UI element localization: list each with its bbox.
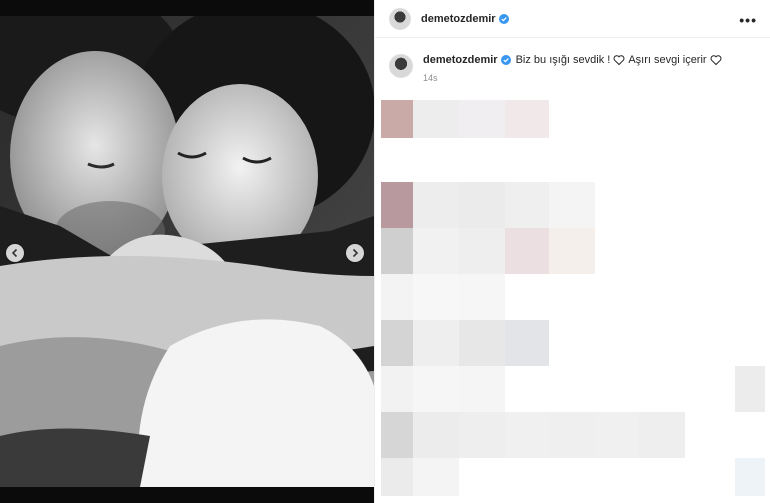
verified-badge-icon bbox=[498, 13, 509, 24]
post-media bbox=[0, 0, 374, 503]
more-options-button[interactable]: ••• bbox=[739, 12, 757, 28]
blur-tile bbox=[413, 412, 459, 458]
blur-tile bbox=[505, 100, 549, 138]
blur-tile bbox=[381, 100, 413, 138]
caption-text-1: Biz bu ışığı sevdik ! bbox=[515, 54, 611, 66]
blur-tile bbox=[381, 458, 413, 496]
blur-tile bbox=[549, 228, 595, 274]
blur-tile bbox=[459, 412, 505, 458]
blur-tile bbox=[459, 320, 505, 366]
caption-body: demetozdemir Biz bu ışığı sevdik ! Aşırı… bbox=[423, 54, 725, 83]
heart-icon bbox=[710, 55, 722, 66]
blur-tile bbox=[381, 274, 413, 320]
blur-tile bbox=[505, 412, 549, 458]
blur-tile bbox=[413, 366, 459, 412]
post-header: demetozdemir ••• bbox=[375, 0, 770, 38]
media-bottom-bar bbox=[0, 487, 374, 503]
blur-tile bbox=[459, 366, 505, 412]
blur-tile bbox=[459, 182, 505, 228]
blur-tile bbox=[459, 274, 505, 320]
header-username[interactable]: demetozdemir bbox=[421, 13, 496, 25]
carousel-prev-button[interactable] bbox=[6, 244, 24, 262]
instagram-post: demetozdemir ••• demetozdemir Biz bu ışı… bbox=[0, 0, 770, 503]
post-photo bbox=[0, 16, 374, 487]
blur-tile bbox=[413, 458, 459, 496]
blur-tile bbox=[381, 412, 413, 458]
chevron-right-icon bbox=[352, 248, 359, 258]
caption-text-2: Aşırı sevgi içerir bbox=[628, 54, 707, 66]
blur-tile bbox=[413, 320, 459, 366]
photo-image bbox=[0, 16, 374, 487]
blur-tile bbox=[549, 182, 595, 228]
post-caption: demetozdemir Biz bu ışığı sevdik ! Aşırı… bbox=[389, 54, 725, 83]
caption-avatar[interactable] bbox=[389, 54, 413, 78]
blur-tile bbox=[413, 182, 459, 228]
blur-tile bbox=[505, 182, 549, 228]
blur-tile bbox=[381, 228, 413, 274]
blur-tile bbox=[381, 320, 413, 366]
blur-tile bbox=[459, 100, 505, 138]
post-timestamp: 14s bbox=[423, 73, 438, 83]
blur-tile bbox=[639, 412, 685, 458]
avatar[interactable] bbox=[389, 7, 411, 30]
blur-tile bbox=[505, 320, 549, 366]
blur-tile bbox=[381, 182, 413, 228]
post-sidebar: demetozdemir ••• demetozdemir Biz bu ışı… bbox=[374, 0, 770, 503]
blur-tile bbox=[413, 274, 459, 320]
blur-tile bbox=[413, 228, 459, 274]
carousel-next-button[interactable] bbox=[346, 244, 364, 262]
blur-tile bbox=[735, 458, 765, 496]
blur-tile bbox=[735, 366, 765, 412]
verified-badge-icon bbox=[500, 55, 511, 65]
blur-tile bbox=[505, 228, 549, 274]
blurred-comments bbox=[381, 96, 765, 500]
blur-tile bbox=[595, 412, 639, 458]
media-top-bar bbox=[0, 0, 374, 16]
chevron-left-icon bbox=[11, 248, 18, 258]
heart-icon bbox=[613, 55, 625, 66]
blur-tile bbox=[549, 412, 595, 458]
caption-line: demetozdemir Biz bu ışığı sevdik ! Aşırı… bbox=[423, 54, 725, 66]
blur-tile bbox=[413, 100, 459, 138]
blur-tile bbox=[381, 366, 413, 412]
caption-username[interactable]: demetozdemir bbox=[423, 54, 498, 66]
blur-tile bbox=[459, 228, 505, 274]
